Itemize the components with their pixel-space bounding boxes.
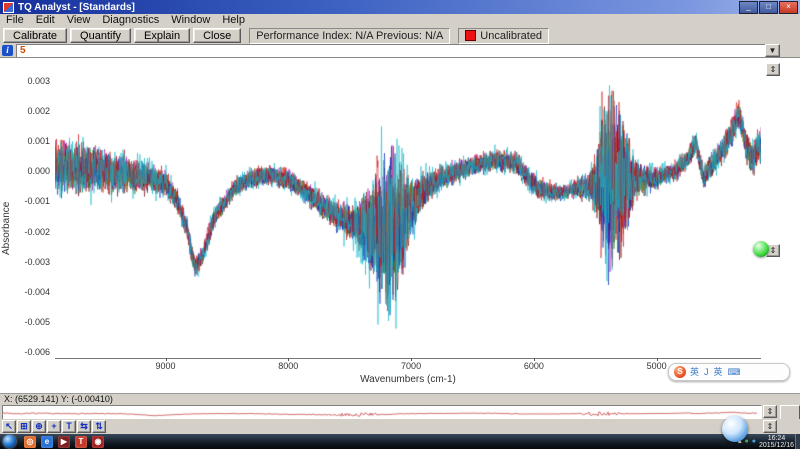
chart-scale-updown-button-top[interactable]: ⇕ bbox=[766, 63, 780, 76]
tray-time: 16:24 bbox=[767, 434, 786, 442]
app-icon bbox=[3, 1, 14, 13]
quantify-button[interactable]: Quantify bbox=[70, 28, 131, 43]
hscroll-tool-button[interactable]: ⇆ bbox=[77, 420, 91, 433]
toolbar-buttons: Calibrate Quantify Explain Close bbox=[3, 28, 242, 43]
overview-updown-button[interactable]: ⇕ bbox=[763, 405, 777, 418]
maximize-button[interactable]: □ bbox=[759, 1, 778, 14]
status-color-swatch bbox=[465, 30, 477, 41]
menu-item-diagnostics[interactable]: Diagnostics bbox=[96, 14, 165, 27]
y-tick-label: 0.002 bbox=[27, 106, 50, 117]
overview-canvas[interactable] bbox=[3, 408, 757, 419]
region-select-tool-button[interactable]: ⊞ bbox=[17, 420, 31, 433]
calibration-status-label: Uncalibrated bbox=[480, 29, 543, 42]
tools-updown-button[interactable]: ⇕ bbox=[763, 420, 777, 433]
pointer-tool-button[interactable]: ↖ bbox=[2, 420, 16, 433]
y-tick-label: -0.005 bbox=[24, 316, 50, 327]
sogou-item-0[interactable]: 英 bbox=[690, 365, 699, 379]
sogou-item-3[interactable]: ⌨ bbox=[728, 365, 741, 379]
y-tick-label: 0.003 bbox=[27, 76, 50, 87]
standards-selector-row: i 5 ▼ bbox=[0, 44, 800, 59]
plot-area[interactable] bbox=[55, 66, 761, 359]
status-bar: X: (6529.141) Y: (-0.00410) bbox=[0, 393, 800, 405]
calibrate-button[interactable]: Calibrate bbox=[3, 28, 68, 43]
y-tick-label: -0.006 bbox=[24, 346, 50, 357]
x-tick-label: 6000 bbox=[523, 361, 544, 371]
x-tick-label: 8000 bbox=[278, 361, 299, 371]
floating-green-ball-icon[interactable] bbox=[753, 241, 769, 257]
info-icon: i bbox=[2, 45, 13, 56]
close-button[interactable]: × bbox=[779, 1, 798, 14]
taskbar-app-media-player[interactable]: ▶ bbox=[58, 435, 70, 448]
floating-globe-icon[interactable] bbox=[722, 416, 748, 442]
taskbar: ◎ e ▶ T ◉ ▴ ● ● 16:24 2015/12/16 bbox=[0, 434, 800, 449]
toolbar: Calibrate Quantify Explain Close Performanc… bbox=[0, 27, 800, 44]
text-tool-button[interactable]: T bbox=[62, 420, 76, 433]
taskbar-clock[interactable]: 16:24 2015/12/16 bbox=[759, 435, 794, 449]
tray-network-icon[interactable]: ● bbox=[752, 434, 756, 449]
cursor-coordinates: X: (6529.141) Y: (-0.00410) bbox=[4, 394, 113, 404]
menu-item-view[interactable]: View bbox=[61, 14, 97, 27]
y-tick-label: -0.002 bbox=[24, 226, 50, 237]
x-tick-label: 9000 bbox=[155, 361, 176, 371]
menu-item-edit[interactable]: Edit bbox=[30, 14, 61, 27]
vscroll-tool-button[interactable]: ⇅ bbox=[92, 420, 106, 433]
y-tick-label: -0.001 bbox=[24, 196, 50, 207]
close-button[interactable]: Close bbox=[193, 28, 242, 43]
calibration-status-panel: Uncalibrated bbox=[458, 27, 550, 44]
y-tick-label: 0.001 bbox=[27, 136, 50, 147]
spectra-canvas[interactable] bbox=[55, 66, 761, 358]
menu-item-help[interactable]: Help bbox=[216, 14, 251, 27]
spectra-chart-panel: Absorbance 0.003 0.002 0.001 0.000 -0.001 -0.… bbox=[0, 57, 800, 394]
y-axis-ticks: 0.003 0.002 0.001 0.000 -0.001 -0.002 -0.003 -0… bbox=[10, 58, 50, 394]
x-axis-label: Wavenumbers (cm-1) bbox=[360, 374, 456, 385]
menu-bar: File Edit View Diagnostics Window Help bbox=[0, 14, 800, 28]
y-tick-label: -0.004 bbox=[24, 286, 50, 297]
sogou-items: 英 J 英 ⌨ bbox=[690, 365, 741, 379]
overview-scroll-grip[interactable] bbox=[780, 405, 800, 420]
window-title: TQ Analyst - [Standards] bbox=[18, 1, 135, 13]
taskbar-app-browser-360[interactable]: ◎ bbox=[24, 435, 36, 448]
tool-buttons: ↖ ⊞ ⊕ + T ⇆ ⇅ bbox=[2, 420, 106, 433]
screen: { "titlebar": {"title": "TQ Analyst - [S… bbox=[0, 0, 800, 449]
y-tick-label: 0.000 bbox=[27, 166, 50, 177]
tray-date: 2015/12/16 bbox=[758, 441, 794, 449]
system-tray: ▴ ● ● 16:24 2015/12/16 bbox=[738, 434, 794, 449]
menu-item-file[interactable]: File bbox=[0, 14, 30, 27]
start-button[interactable] bbox=[3, 435, 16, 448]
taskbar-apps: ◎ e ▶ T ◉ bbox=[24, 435, 104, 448]
zoom-tool-button[interactable]: ⊕ bbox=[32, 420, 46, 433]
y-tick-label: -0.003 bbox=[24, 256, 50, 267]
x-tick-label: 7000 bbox=[401, 361, 422, 371]
tools-row: ↖ ⊞ ⊕ + T ⇆ ⇅ bbox=[0, 419, 800, 434]
sogou-input-bar[interactable]: S 英 J 英 ⌨ bbox=[668, 363, 790, 381]
sogou-logo-icon[interactable]: S bbox=[674, 366, 686, 378]
performance-index-panel: Performance Index: N/A Previous: N/A bbox=[249, 27, 451, 44]
show-desktop-button[interactable] bbox=[795, 434, 800, 449]
crosshair-tool-button[interactable]: + bbox=[47, 420, 61, 433]
menu-item-window[interactable]: Window bbox=[165, 14, 216, 27]
sogou-item-1[interactable]: J bbox=[704, 365, 709, 379]
title-bar[interactable]: TQ Analyst - [Standards] bbox=[0, 0, 800, 14]
taskbar-app-tq-analyst[interactable]: T bbox=[75, 435, 87, 448]
taskbar-app-recorder[interactable]: ◉ bbox=[92, 435, 104, 448]
minimize-button[interactable]: _ bbox=[739, 1, 758, 14]
spectrum-overview-strip[interactable] bbox=[2, 405, 762, 420]
sogou-item-2[interactable]: 英 bbox=[714, 365, 723, 379]
taskbar-app-ie-browser[interactable]: e bbox=[41, 435, 53, 448]
selector-dropdown-button[interactable]: ▼ bbox=[765, 44, 780, 57]
performance-index-label: Performance Index: N/A Previous: N/A bbox=[256, 29, 444, 42]
explain-button[interactable]: Explain bbox=[134, 28, 191, 43]
